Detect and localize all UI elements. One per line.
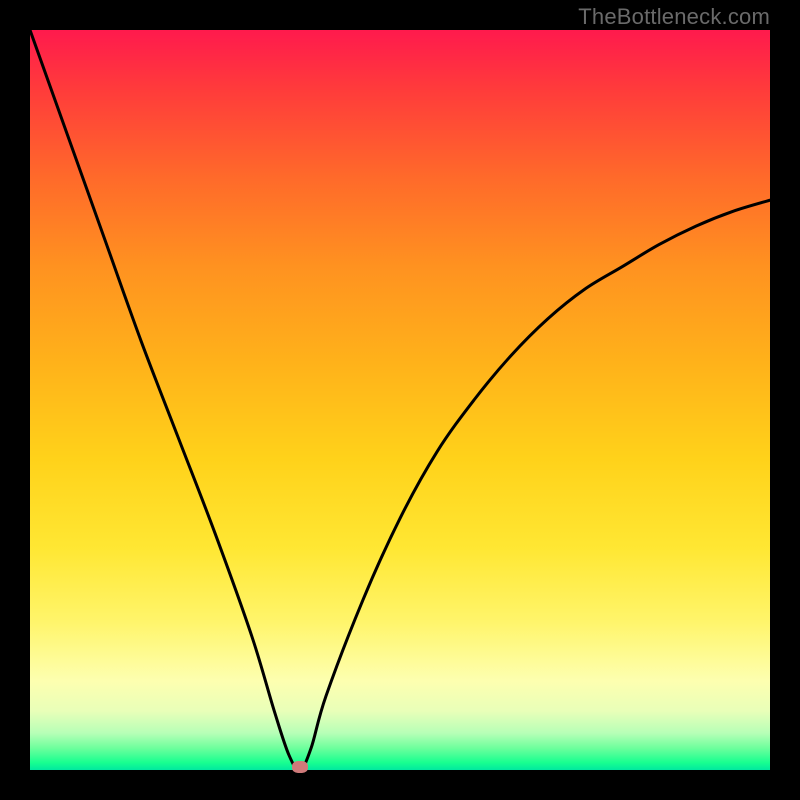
chart-gradient-area	[30, 30, 770, 770]
attribution-watermark: TheBottleneck.com	[578, 4, 770, 30]
optimal-point-marker	[292, 761, 308, 773]
chart-frame: TheBottleneck.com	[0, 0, 800, 800]
